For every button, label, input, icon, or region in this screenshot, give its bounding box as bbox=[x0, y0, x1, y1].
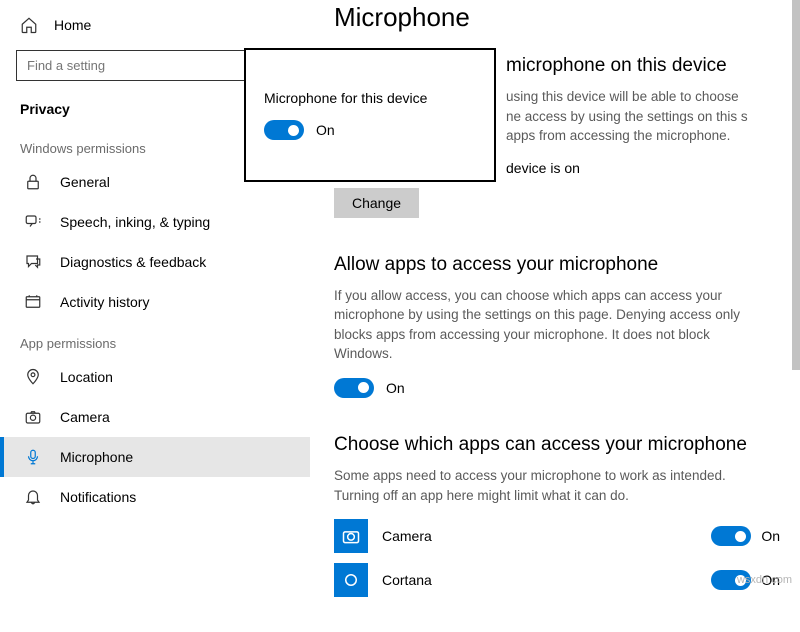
sidebar-item-notifications[interactable]: Notifications bbox=[0, 477, 310, 517]
device-mic-toggle[interactable] bbox=[264, 120, 304, 140]
toggle-row: On bbox=[334, 378, 780, 398]
app-toggle-camera[interactable] bbox=[711, 526, 751, 546]
sidebar-item-label: Notifications bbox=[60, 489, 136, 505]
cortana-app-icon bbox=[334, 563, 368, 597]
section-heading: Choose which apps can access your microp… bbox=[334, 434, 780, 456]
watermark: wsxdn.com bbox=[737, 574, 792, 586]
group-app-permissions: App permissions bbox=[0, 322, 310, 357]
bell-icon bbox=[24, 488, 42, 506]
camera-app-icon bbox=[334, 519, 368, 553]
home-icon bbox=[20, 16, 38, 34]
sidebar-item-speech[interactable]: Speech, inking, & typing bbox=[0, 202, 310, 242]
app-name: Camera bbox=[382, 528, 711, 544]
camera-icon bbox=[24, 408, 42, 426]
home-link[interactable]: Home bbox=[0, 8, 310, 42]
speech-icon bbox=[24, 213, 42, 231]
activity-icon bbox=[24, 293, 42, 311]
sidebar-item-diagnostics[interactable]: Diagnostics & feedback bbox=[0, 242, 310, 282]
app-row: Cortana On bbox=[334, 563, 780, 597]
section-choose-apps: Choose which apps can access your microp… bbox=[334, 434, 780, 597]
section-app-access: Allow apps to access your microphone If … bbox=[334, 254, 780, 398]
sidebar-item-label: General bbox=[60, 174, 110, 190]
section-heading: Allow apps to access your microphone bbox=[334, 254, 780, 276]
sidebar-item-camera[interactable]: Camera bbox=[0, 397, 310, 437]
section-description: If you allow access, you can choose whic… bbox=[334, 286, 754, 364]
sidebar-item-label: Microphone bbox=[60, 449, 133, 465]
app-row: Camera On bbox=[334, 519, 780, 553]
sidebar-item-label: Location bbox=[60, 369, 113, 385]
lock-icon bbox=[24, 173, 42, 191]
home-label: Home bbox=[54, 17, 91, 33]
toggle-state: On bbox=[386, 380, 405, 396]
location-icon bbox=[24, 368, 42, 386]
toggle-state: On bbox=[316, 122, 335, 138]
sidebar-item-activity[interactable]: Activity history bbox=[0, 282, 310, 322]
change-button[interactable]: Change bbox=[334, 188, 419, 218]
microphone-icon bbox=[24, 448, 42, 466]
sidebar-item-label: Camera bbox=[60, 409, 110, 425]
sidebar-item-location[interactable]: Location bbox=[0, 357, 310, 397]
page-title: Microphone bbox=[334, 2, 780, 33]
feedback-icon bbox=[24, 253, 42, 271]
toggle-state: On bbox=[761, 528, 780, 544]
section-description: Some apps need to access your microphone… bbox=[334, 466, 754, 505]
scrollbar[interactable] bbox=[792, 0, 800, 370]
allow-apps-toggle[interactable] bbox=[334, 378, 374, 398]
app-name: Cortana bbox=[382, 572, 711, 588]
sidebar-item-label: Diagnostics & feedback bbox=[60, 254, 206, 270]
toggle-row: On bbox=[264, 120, 476, 140]
popup-title: Microphone for this device bbox=[264, 90, 476, 106]
sidebar-item-label: Speech, inking, & typing bbox=[60, 214, 210, 230]
device-access-popup: Microphone for this device On bbox=[244, 48, 496, 182]
sidebar-item-microphone[interactable]: Microphone bbox=[0, 437, 310, 477]
sidebar-item-label: Activity history bbox=[60, 294, 149, 310]
